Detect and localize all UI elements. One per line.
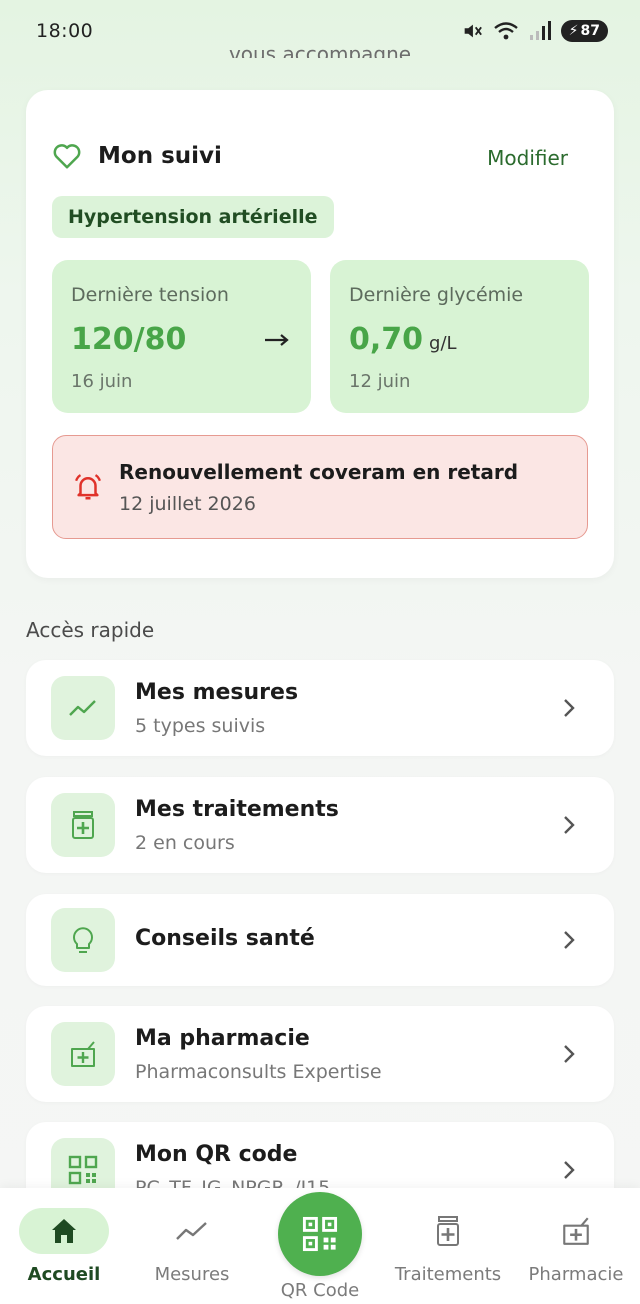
- quick-access-health-tips-title: Conseils santé: [135, 926, 315, 951]
- suivi-title: Mon suivi: [98, 143, 222, 169]
- nav-pharmacie-pill: [531, 1208, 621, 1254]
- qr-code-fab[interactable]: [278, 1192, 362, 1276]
- renewal-alert[interactable]: Renouvellement coveram en retard 12 juil…: [52, 435, 588, 539]
- tension-date: 16 juin: [71, 371, 133, 392]
- quick-access-qr-code-title: Mon QR code: [135, 1142, 298, 1167]
- glycemie-label: Dernière glycémie: [349, 284, 524, 306]
- pharmacy-icon: [563, 1217, 589, 1245]
- glycemie-card[interactable]: Dernière glycémie 0,70 g/L 12 juin: [330, 260, 589, 413]
- quick-access-measures-subtitle: 5 types suivis: [135, 715, 266, 737]
- medicine-icon: [437, 1216, 459, 1246]
- glycemie-value-wrap: 0,70 g/L: [349, 322, 457, 357]
- chevron-right-icon: [564, 1161, 575, 1179]
- nav-traitements-pill: [403, 1208, 493, 1254]
- nav-qr-code-label: QR Code: [280, 1280, 360, 1301]
- nav-accueil[interactable]: Accueil: [4, 1208, 124, 1285]
- quick-access-title: Accès rapide: [26, 618, 155, 642]
- heart-icon: [53, 144, 81, 169]
- quick-access-pharmacy[interactable]: Ma pharmacie Pharmaconsults Expertise: [26, 1006, 614, 1102]
- glycemie-unit: g/L: [429, 333, 457, 354]
- edit-button[interactable]: Modifier: [487, 146, 568, 170]
- pharmacy-icon: [51, 1022, 115, 1086]
- glycemie-date: 12 juin: [349, 371, 411, 392]
- condition-chip: Hypertension artérielle: [52, 196, 334, 238]
- nav-accueil-label: Accueil: [27, 1264, 101, 1285]
- nav-accueil-pill: [19, 1208, 109, 1254]
- suivi-header: Mon suivi: [52, 142, 222, 170]
- home-icon: [52, 1219, 76, 1243]
- alert-title: Renouvellement coveram en retard: [119, 460, 519, 484]
- qr-code-icon: [302, 1216, 338, 1252]
- chevron-right-icon: [564, 931, 575, 949]
- nav-mesures[interactable]: Mesures: [132, 1208, 252, 1285]
- quick-access-health-tips[interactable]: Conseils santé: [26, 894, 614, 986]
- chevron-right-icon: [564, 1045, 575, 1063]
- quick-access-treatments[interactable]: Mes traitements 2 en cours: [26, 777, 614, 873]
- chevron-right-icon: [564, 816, 575, 834]
- nav-traitements-label: Traitements: [394, 1264, 502, 1285]
- quick-access-measures-title: Mes mesures: [135, 680, 299, 705]
- nav-pharmacie-label: Pharmacie: [528, 1264, 624, 1285]
- nav-mesures-label: Mesures: [154, 1264, 230, 1285]
- glycemie-value: 0,70: [349, 322, 424, 357]
- nav-pharmacie[interactable]: Pharmacie: [516, 1208, 636, 1285]
- arrow-right-icon: [265, 334, 289, 346]
- tension-card[interactable]: Dernière tension 120/80 16 juin: [52, 260, 311, 413]
- chevron-right-icon: [564, 699, 575, 717]
- tension-label: Dernière tension: [71, 284, 229, 306]
- quick-access-measures[interactable]: Mes mesures 5 types suivis: [26, 660, 614, 756]
- quick-access-pharmacy-title: Ma pharmacie: [135, 1026, 310, 1051]
- lightbulb-icon: [51, 908, 115, 972]
- tension-value: 120/80: [71, 322, 187, 357]
- nav-mesures-pill: [147, 1208, 237, 1254]
- scrolled-header-text: vous accompagne: [228, 42, 412, 58]
- suivi-card: Mon suivi Modifier Hypertension artériel…: [26, 90, 614, 578]
- quick-access-treatments-title: Mes traitements: [135, 797, 339, 822]
- medicine-icon: [51, 793, 115, 857]
- nav-traitements[interactable]: Traitements: [388, 1208, 508, 1285]
- trend-icon: [176, 1222, 207, 1240]
- quick-access-treatments-subtitle: 2 en cours: [135, 832, 235, 854]
- alert-date: 12 juillet 2026: [119, 493, 256, 515]
- alarm-bell-icon: [75, 474, 101, 500]
- quick-access-pharmacy-subtitle: Pharmaconsults Expertise: [135, 1061, 382, 1083]
- trend-icon: [51, 676, 115, 740]
